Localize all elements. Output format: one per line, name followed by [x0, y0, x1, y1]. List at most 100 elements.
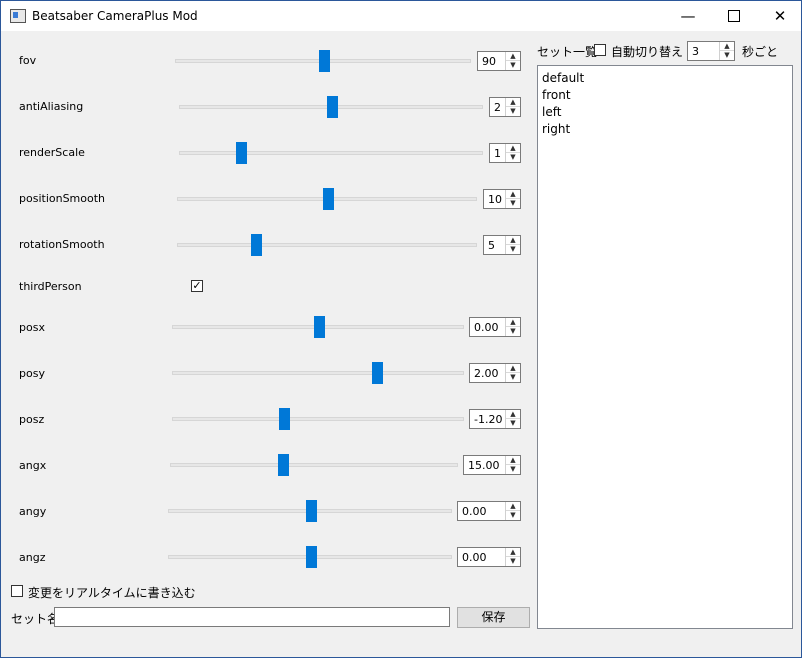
fov-spinbox[interactable]: 90 ▲ ▼: [477, 51, 521, 71]
rotationsmooth-down-arrow-icon[interactable]: ▼: [506, 245, 520, 254]
angy-slider-thumb[interactable]: [306, 500, 317, 522]
realtime-label: 変更をリアルタイムに書き込む: [28, 586, 196, 600]
posx-label: posx: [19, 321, 45, 334]
positionsmooth-down-arrow-icon[interactable]: ▼: [506, 199, 520, 208]
minimize-icon: —: [680, 7, 696, 25]
app-window: Beatsaber CameraPlus Mod — ✕ fov 90 ▲ ▼ a…: [0, 0, 802, 658]
posy-spinbox[interactable]: 2.00 ▲ ▼: [469, 363, 521, 383]
list-item[interactable]: right: [542, 122, 570, 136]
angz-up-arrow-icon[interactable]: ▲: [506, 548, 520, 557]
posz-label: posz: [19, 413, 45, 426]
positionsmooth-slider[interactable]: [177, 188, 477, 210]
setname-input[interactable]: [54, 607, 450, 627]
app-icon: [10, 9, 26, 23]
auto-switch-checkbox[interactable]: [594, 44, 606, 56]
positionsmooth-up-arrow-icon[interactable]: ▲: [506, 190, 520, 199]
interval-unit-label: 秒ごと: [742, 45, 779, 59]
renderscale-value: 1: [494, 147, 501, 160]
posy-slider[interactable]: [172, 362, 464, 384]
angz-down-arrow-icon[interactable]: ▼: [506, 557, 520, 566]
posz-slider-thumb[interactable]: [279, 408, 290, 430]
antialiasing-slider[interactable]: [179, 96, 483, 118]
antialiasing-value: 2: [494, 101, 501, 114]
minimize-button[interactable]: —: [665, 1, 711, 31]
list-item[interactable]: front: [542, 88, 571, 102]
angy-spinbox[interactable]: 0.00 ▲ ▼: [457, 501, 521, 521]
setlist-label: セット一覧: [537, 45, 598, 59]
renderscale-spinbox[interactable]: 1 ▲ ▼: [489, 143, 521, 163]
angz-spinbox[interactable]: 0.00 ▲ ▼: [457, 547, 521, 567]
angx-slider[interactable]: [170, 454, 458, 476]
realtime-checkbox[interactable]: [11, 585, 23, 597]
angy-slider[interactable]: [168, 500, 452, 522]
rotationsmooth-up-arrow-icon[interactable]: ▲: [506, 236, 520, 245]
angy-label: angy: [19, 505, 47, 518]
fov-down-arrow-icon[interactable]: ▼: [506, 61, 520, 70]
rotationsmooth-spinbox[interactable]: 5 ▲ ▼: [483, 235, 521, 255]
posy-value: 2.00: [474, 367, 499, 380]
fov-slider-thumb[interactable]: [319, 50, 330, 72]
renderscale-slider-thumb[interactable]: [236, 142, 247, 164]
posz-spinbox[interactable]: -1.20 ▲ ▼: [469, 409, 521, 429]
interval-value: 3: [692, 45, 699, 58]
interval-spinbox[interactable]: 3 ▲ ▼: [687, 41, 735, 61]
angz-slider[interactable]: [168, 546, 452, 568]
maximize-icon: [728, 10, 740, 22]
angx-label: angx: [19, 459, 47, 472]
posy-up-arrow-icon[interactable]: ▲: [506, 364, 520, 373]
angx-slider-thumb[interactable]: [278, 454, 289, 476]
posy-down-arrow-icon[interactable]: ▼: [506, 373, 520, 382]
angx-down-arrow-icon[interactable]: ▼: [506, 465, 520, 474]
interval-down-arrow-icon[interactable]: ▼: [720, 51, 734, 60]
angz-slider-thumb[interactable]: [306, 546, 317, 568]
positionsmooth-spinbox[interactable]: 10 ▲ ▼: [483, 189, 521, 209]
positionsmooth-slider-thumb[interactable]: [323, 188, 334, 210]
posx-slider[interactable]: [172, 316, 464, 338]
fov-label: fov: [19, 54, 37, 67]
renderscale-up-arrow-icon[interactable]: ▲: [506, 144, 520, 153]
antialiasing-down-arrow-icon[interactable]: ▼: [506, 107, 520, 116]
fov-up-arrow-icon[interactable]: ▲: [506, 52, 520, 61]
angx-spinbox[interactable]: 15.00 ▲ ▼: [463, 455, 521, 475]
interval-up-arrow-icon[interactable]: ▲: [720, 42, 734, 51]
posz-slider[interactable]: [172, 408, 464, 430]
rotationsmooth-slider[interactable]: [177, 234, 477, 256]
close-button[interactable]: ✕: [757, 1, 802, 31]
renderscale-slider[interactable]: [179, 142, 483, 164]
posy-label: posy: [19, 367, 45, 380]
renderscale-down-arrow-icon[interactable]: ▼: [506, 153, 520, 162]
fov-value: 90: [482, 55, 496, 68]
positionsmooth-value: 10: [488, 193, 502, 206]
posx-slider-thumb[interactable]: [314, 316, 325, 338]
rotationsmooth-value: 5: [488, 239, 495, 252]
window-title: Beatsaber CameraPlus Mod: [32, 9, 198, 23]
posz-down-arrow-icon[interactable]: ▼: [506, 419, 520, 428]
title-bar: Beatsaber CameraPlus Mod — ✕: [1, 1, 801, 31]
auto-switch-label: 自動切り替え: [611, 45, 684, 59]
maximize-button[interactable]: [711, 1, 757, 31]
antialiasing-label: antiAliasing: [19, 100, 84, 113]
rotationsmooth-slider-thumb[interactable]: [251, 234, 262, 256]
angx-up-arrow-icon[interactable]: ▲: [506, 456, 520, 465]
close-icon: ✕: [773, 7, 787, 25]
fov-slider[interactable]: [175, 50, 471, 72]
posx-spinbox[interactable]: 0.00 ▲ ▼: [469, 317, 521, 337]
list-item[interactable]: default: [542, 71, 584, 85]
thirdperson-checkbox[interactable]: ✓: [191, 280, 203, 292]
angz-value: 0.00: [462, 551, 487, 564]
posx-down-arrow-icon[interactable]: ▼: [506, 327, 520, 336]
angy-down-arrow-icon[interactable]: ▼: [506, 511, 520, 520]
setlist-listbox[interactable]: default front left right: [537, 65, 793, 629]
positionsmooth-label: positionSmooth: [19, 192, 106, 205]
thirdperson-label: thirdPerson: [19, 280, 82, 293]
angy-up-arrow-icon[interactable]: ▲: [506, 502, 520, 511]
posx-up-arrow-icon[interactable]: ▲: [506, 318, 520, 327]
antialiasing-slider-thumb[interactable]: [327, 96, 338, 118]
angz-label: angz: [19, 551, 46, 564]
antialiasing-spinbox[interactable]: 2 ▲ ▼: [489, 97, 521, 117]
list-item[interactable]: left: [542, 105, 561, 119]
antialiasing-up-arrow-icon[interactable]: ▲: [506, 98, 520, 107]
posz-up-arrow-icon[interactable]: ▲: [506, 410, 520, 419]
save-button[interactable]: 保存: [457, 607, 530, 628]
posy-slider-thumb[interactable]: [372, 362, 383, 384]
